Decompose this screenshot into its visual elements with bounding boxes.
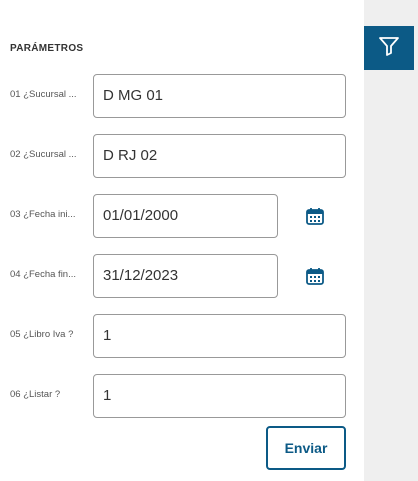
libro-iva-input[interactable]: 1: [93, 314, 346, 358]
param-row-2: 02 ¿Sucursal ... D RJ 02: [0, 134, 364, 178]
side-rail: [364, 0, 418, 481]
param-row-4: 04 ¿Fecha fin... 31/12/2023: [0, 254, 364, 298]
filter-button[interactable]: [364, 26, 414, 70]
param-row-5: 05 ¿Libro Iva ? 1: [0, 314, 364, 358]
fecha-inicio-input[interactable]: 01/01/2000: [93, 194, 278, 238]
calendar-icon[interactable]: [305, 206, 325, 226]
param-row-1: 01 ¿Sucursal ... D MG 01: [0, 74, 364, 118]
listar-input[interactable]: 1: [93, 374, 346, 418]
param-label-5: 05 ¿Libro Iva ?: [10, 329, 74, 340]
param-label-3: 03 ¿Fecha ini...: [10, 209, 76, 220]
send-button[interactable]: Enviar: [266, 426, 346, 470]
filter-icon: [378, 35, 400, 62]
fecha-fin-input[interactable]: 31/12/2023: [93, 254, 278, 298]
parameters-panel: PARÁMETROS 01 ¿Sucursal ... D MG 01 02 ¿…: [0, 0, 364, 481]
param-label-6: 06 ¿Listar ?: [10, 389, 61, 400]
param-row-3: 03 ¿Fecha ini... 01/01/2000: [0, 194, 364, 238]
sucursal-1-input[interactable]: D MG 01: [93, 74, 346, 118]
calendar-icon[interactable]: [305, 266, 325, 286]
section-title: PARÁMETROS: [10, 43, 84, 54]
param-label-2: 02 ¿Sucursal ...: [10, 149, 77, 160]
param-label-1: 01 ¿Sucursal ...: [10, 89, 77, 100]
sucursal-2-input[interactable]: D RJ 02: [93, 134, 346, 178]
param-label-4: 04 ¿Fecha fin...: [10, 269, 77, 280]
param-row-6: 06 ¿Listar ? 1: [0, 374, 364, 418]
